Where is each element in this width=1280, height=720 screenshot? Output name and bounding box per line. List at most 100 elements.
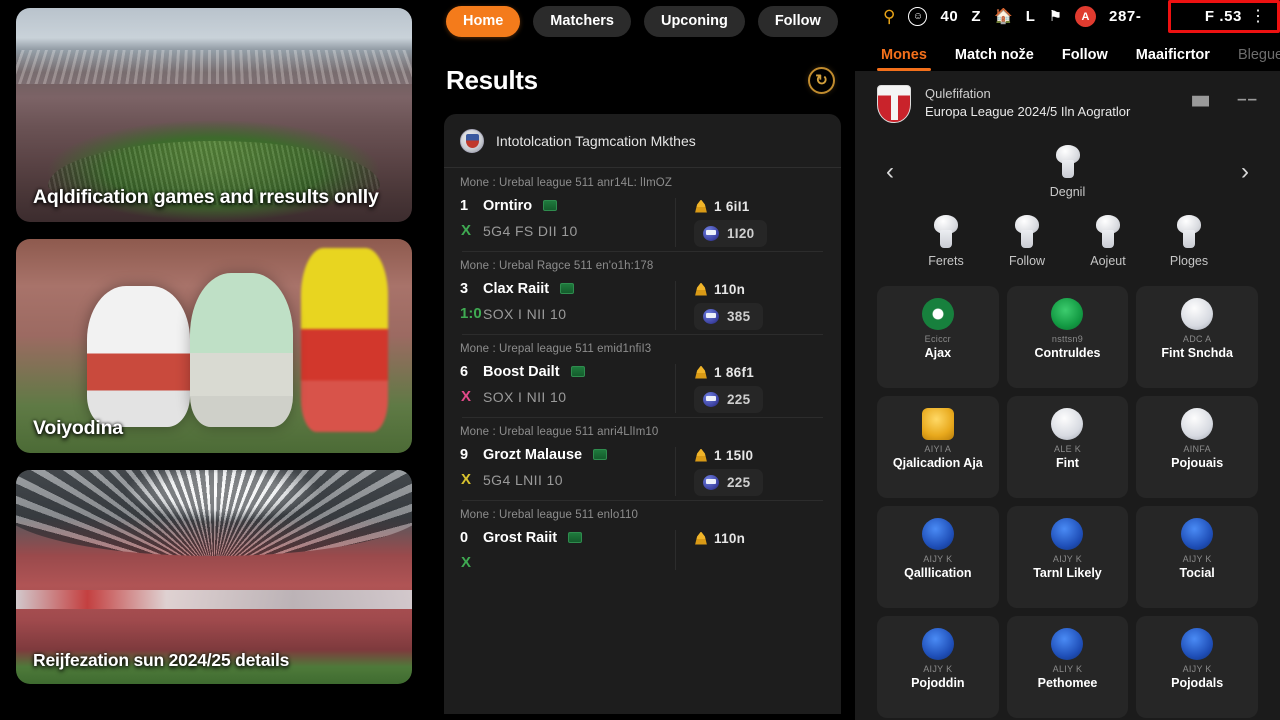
table-row[interactable]: Mone : Urebal league 511 anri4LlIm10 9 G… (444, 416, 841, 500)
result-mark: 1:0 (460, 305, 482, 322)
status-count-40: 40 (940, 8, 959, 25)
right-content-body: Qulefifation Europa League 2024/5 Iln Ao… (855, 71, 1280, 720)
team-name: Grozt Malause (483, 446, 583, 463)
chevron-right-icon[interactable]: › (1234, 160, 1256, 184)
team-card-sub: AINFA (1183, 444, 1211, 454)
team-card-fint[interactable]: ALE K Fint (1006, 396, 1129, 498)
ticket-icon (703, 308, 719, 324)
ticket-icon (703, 474, 719, 490)
team-logo-icon (1051, 298, 1084, 330)
team-card-pethomee[interactable]: ALIY K Pethomee (1006, 616, 1129, 718)
tab-follow[interactable]: Follow (1062, 47, 1108, 71)
team-card-sub: nsttsn9 (1051, 334, 1084, 344)
league-label: Mone : Urebal league 511 enlo110 (460, 508, 638, 521)
tab-match-note[interactable]: Match nože (955, 47, 1034, 71)
table-row[interactable]: Mone : Urebal league 511 anr14L: lImOZ 1… (444, 168, 841, 251)
status-number-287: 287- (1109, 8, 1142, 25)
trophy-icon (695, 199, 707, 213)
trophy-icon (695, 282, 707, 296)
club-crest-icon (877, 85, 911, 123)
league-label: Mone : Urebal league 511 anr14L: lImOZ (460, 176, 672, 189)
quick-action-aojeut[interactable]: Aojeut (1073, 215, 1143, 268)
chevron-left-icon[interactable]: ‹ (879, 160, 901, 184)
left-feed-column: Aqldification games and rresults onlly V… (0, 0, 430, 720)
status-badge[interactable]: 1I20 (694, 219, 768, 247)
home-icon[interactable]: 🏠 (994, 9, 1013, 24)
status-badge[interactable]: 385 (694, 302, 764, 330)
status-letter-l: L (1025, 8, 1036, 25)
result-mark: X (460, 553, 471, 571)
team-card-sub: AIJY K (923, 664, 953, 674)
stat-badge-value: 225 (727, 474, 751, 490)
team-card-pojodals[interactable]: AIJY K Pojodals (1136, 616, 1258, 718)
team-logo-icon (921, 518, 954, 550)
team-name: Boost Dailt (483, 363, 560, 380)
results-header: Results ↻ (446, 65, 835, 96)
tab-follow[interactable]: Follow (757, 6, 838, 37)
refresh-circle-icon[interactable]: ↻ (808, 66, 835, 94)
kebab-menu-icon[interactable]: ⋮ (1250, 8, 1266, 24)
circle-person-icon: ☺ (908, 7, 928, 26)
gift-icon[interactable] (1192, 95, 1210, 107)
team-card-name: Pojouais (1171, 456, 1224, 470)
feed-card-dome[interactable]: Reijfezation sun 2024/25 details (16, 470, 412, 684)
team-card-tarnl-likely[interactable]: AIJY K Tarnl Likely (1006, 506, 1129, 608)
team-card-tocial[interactable]: AIJY K Tocial (1136, 506, 1258, 608)
team-card-fint-snchda[interactable]: ADC A Fint Snchda (1136, 286, 1258, 388)
team-card-pojouais[interactable]: AINFA Pojouais (1136, 396, 1258, 498)
quick-action-label: Ferets (928, 254, 964, 268)
team-card-qjalicadion-aja[interactable]: AIYI A Qjalicadion Aja (877, 396, 999, 498)
league-label: Mone : Urepal league 511 emid1nfiI3 (460, 342, 652, 355)
table-row[interactable]: Mone : Urepal league 511 emid1nfiI3 6 Bo… (444, 333, 841, 417)
tab-blegued[interactable]: Blegued (1238, 47, 1280, 71)
status-badge[interactable]: 225 (694, 385, 764, 413)
team-logo-icon (921, 408, 954, 440)
table-row[interactable]: Mone : Urebal Ragce 511 en'o1h:178 3 Cla… (444, 250, 841, 334)
tab-upcoming[interactable]: Upconing (643, 6, 745, 37)
stat-trophy-value: 110n (714, 530, 746, 546)
carousel-current-item[interactable]: Degnil (1050, 145, 1085, 199)
team-logo-icon (1051, 628, 1084, 660)
team-card-pojoddin[interactable]: AIJY K Pojoddin (877, 616, 999, 718)
feed-card-players[interactable]: Voiyodina (16, 239, 412, 453)
team-name: Clax Raiit (483, 280, 550, 297)
tab-home[interactable]: Home (446, 6, 521, 37)
team-card-name: Contruldes (1034, 346, 1101, 360)
stat-trophy-value: 1 86f1 (714, 364, 755, 380)
team-card-name: Tocial (1179, 566, 1215, 580)
stat-trophy-value: 1 15I0 (714, 447, 754, 463)
quick-action-ploges[interactable]: Ploges (1154, 215, 1224, 268)
status-badge[interactable]: 225 (694, 468, 764, 496)
score-text: SOX I NII 10 (483, 388, 567, 405)
team-card-sub: AIJY K (1052, 554, 1083, 564)
score-text: 5G4 FS DII 10 (483, 222, 578, 239)
team-card-name: Tarnl Likely (1033, 566, 1102, 580)
quick-action-follow[interactable]: Follow (992, 215, 1062, 268)
center-results-column: Home Matchers Upconing Follow Results ↻ … (430, 0, 855, 720)
team-card-sub: AIYI A (924, 444, 952, 454)
table-row[interactable]: Mone : Urebal league 511 enlo110 0 Grost… (444, 499, 841, 574)
result-mark: X (460, 388, 471, 405)
tab-mones[interactable]: Mones (877, 47, 931, 71)
score-text: 5G4 LNII 10 (483, 471, 563, 488)
quick-action-ferets[interactable]: Ferets (911, 215, 981, 268)
feed-card-stadium[interactable]: Aqldification games and rresults onlly (16, 8, 412, 222)
dashes-icon[interactable]: –– (1237, 89, 1258, 109)
team-grid: Eciccr Ajax nsttsn9 Contruldes ADC A Fin… (877, 286, 1258, 718)
team-name: Grost Raiit (483, 529, 558, 546)
team-card-contruldes[interactable]: nsttsn9 Contruldes (1006, 286, 1129, 388)
tab-maaificrtor[interactable]: Maaificrtor (1136, 47, 1210, 71)
pin-icon (1013, 215, 1041, 249)
team-card-name: Pojoddin (911, 676, 965, 690)
center-tab-bar: Home Matchers Upconing Follow (446, 6, 841, 37)
team-rank: 1 (460, 197, 469, 214)
team-logo-icon (1051, 518, 1084, 550)
bird-icon: ⚲ (883, 7, 896, 26)
tab-matchers[interactable]: Matchers (533, 6, 631, 37)
club-crest-icon (460, 128, 484, 153)
green-flag-icon (543, 200, 558, 211)
team-card-ajax[interactable]: Eciccr Ajax (877, 286, 999, 388)
feed-card-caption: Voiyodina (33, 416, 123, 439)
pin-icon (1054, 145, 1082, 179)
team-card-qalllication[interactable]: AIJY K Qalllication (877, 506, 999, 608)
